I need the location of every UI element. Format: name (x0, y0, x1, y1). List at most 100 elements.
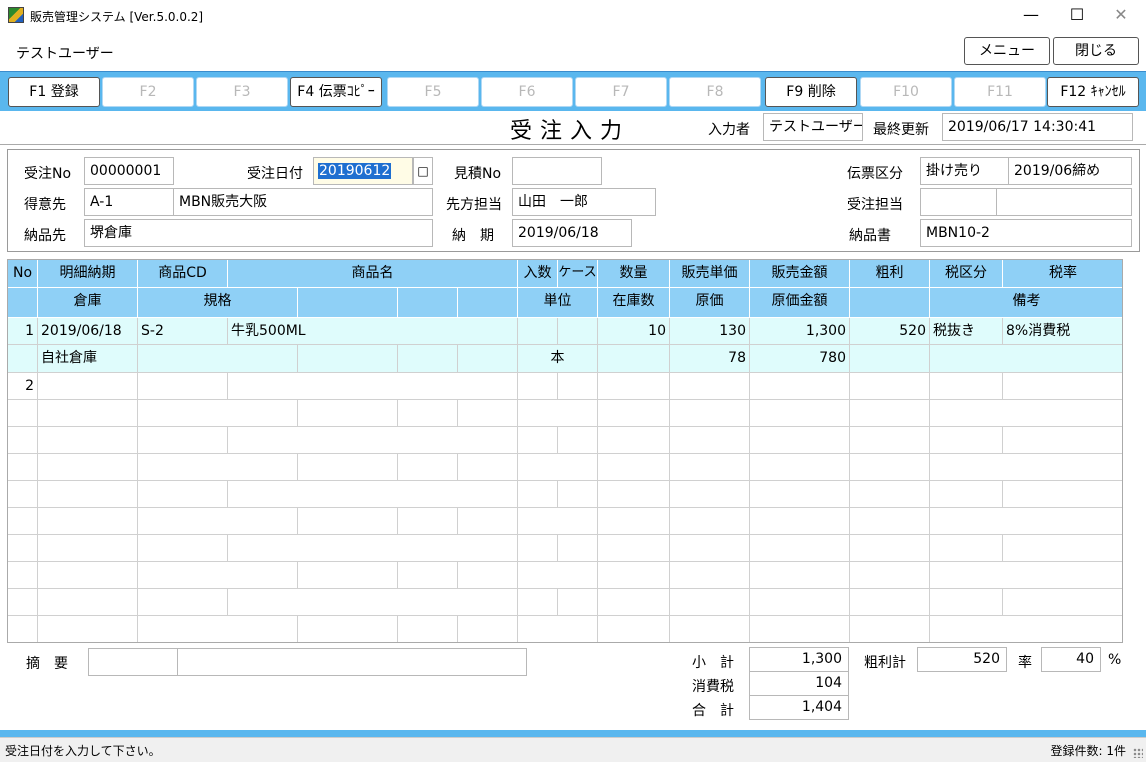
grid-empty-cell[interactable] (558, 589, 598, 616)
grid-empty-cell[interactable] (518, 562, 598, 589)
grid-empty-cell[interactable] (598, 562, 670, 589)
grid-empty-cell[interactable] (38, 535, 138, 562)
grid-empty-cell[interactable] (228, 535, 518, 562)
grid-empty-cell[interactable] (598, 589, 670, 616)
grid-empty-cell[interactable] (598, 481, 670, 508)
grid-empty-cell[interactable] (750, 535, 850, 562)
grid-empty-cell[interactable] (518, 589, 558, 616)
grid-empty-cell[interactable] (850, 481, 930, 508)
grid-empty-cell[interactable] (398, 562, 458, 589)
grid-empty-cell[interactable] (298, 454, 398, 481)
quote-no-field[interactable] (512, 157, 602, 185)
grid-empty-cell[interactable] (138, 454, 298, 481)
grid-empty-cell[interactable] (850, 400, 930, 427)
grid-empty-cell[interactable] (138, 535, 228, 562)
f9-delete-button[interactable]: F9 削除 (765, 77, 857, 107)
grid-empty-cell[interactable] (850, 562, 930, 589)
delivery-doc-field[interactable]: MBN10-2 (920, 219, 1132, 247)
grid-empty-cell[interactable] (518, 616, 598, 642)
grid-empty-cell[interactable] (8, 427, 38, 454)
grid-empty-cell[interactable] (930, 616, 1122, 642)
grid-empty-cell[interactable] (298, 508, 398, 535)
grid-empty-cell[interactable] (850, 508, 930, 535)
contact-field[interactable]: 山田 一郎 (512, 188, 656, 216)
grid-empty-cell[interactable] (138, 481, 228, 508)
row1-code[interactable]: S-2 (138, 318, 228, 345)
close-window-button[interactable]: ✕ (1098, 4, 1144, 28)
grid-empty-cell[interactable] (138, 400, 298, 427)
grid-empty-cell[interactable] (850, 535, 930, 562)
grid-empty-cell[interactable] (228, 589, 518, 616)
grid-empty-cell[interactable] (298, 400, 398, 427)
staff-code-field[interactable] (920, 188, 997, 216)
grid-empty-cell[interactable] (670, 400, 750, 427)
grid-empty-cell[interactable] (930, 454, 1122, 481)
grid-empty-cell[interactable] (930, 481, 1003, 508)
memo-text-field[interactable] (177, 648, 527, 676)
grid-empty-cell[interactable] (228, 373, 518, 400)
grid-empty-cell[interactable] (670, 508, 750, 535)
grid-empty-cell[interactable] (558, 373, 598, 400)
grid-empty-cell[interactable] (458, 400, 518, 427)
row1-irisu[interactable] (518, 318, 558, 345)
grid-empty-cell[interactable] (518, 508, 598, 535)
row1-spec[interactable] (138, 345, 298, 373)
grid-empty-cell[interactable] (518, 454, 598, 481)
grid-empty-cell[interactable] (670, 562, 750, 589)
grid-empty-cell[interactable] (38, 508, 138, 535)
grid-empty-cell[interactable] (850, 373, 930, 400)
f11-button[interactable]: F11 (954, 77, 1046, 107)
grid-empty-cell[interactable] (8, 508, 38, 535)
grid-empty-cell[interactable] (228, 481, 518, 508)
grid-empty-cell[interactable] (598, 427, 670, 454)
grid-empty-cell[interactable] (670, 427, 750, 454)
close-button[interactable]: 閉じる (1053, 37, 1139, 65)
grid-empty-cell[interactable] (930, 373, 1003, 400)
grid-empty-cell[interactable] (1003, 481, 1122, 508)
grid-empty-cell[interactable] (750, 589, 850, 616)
grid-empty-cell[interactable] (38, 616, 138, 642)
row1-due[interactable]: 2019/06/18 (38, 318, 138, 345)
grid-empty-cell[interactable] (138, 616, 298, 642)
grid-empty-cell[interactable] (138, 589, 228, 616)
grid-empty-cell[interactable] (850, 589, 930, 616)
f3-button[interactable]: F3 (196, 77, 288, 107)
f7-button[interactable]: F7 (575, 77, 667, 107)
grid-empty-cell[interactable] (670, 616, 750, 642)
f6-button[interactable]: F6 (481, 77, 573, 107)
grid-empty-cell[interactable] (38, 454, 138, 481)
grid-empty-cell[interactable] (598, 373, 670, 400)
grid-empty-cell[interactable] (38, 589, 138, 616)
grid-empty-cell[interactable] (558, 481, 598, 508)
grid-empty-cell[interactable] (930, 589, 1003, 616)
delivery-field[interactable]: 堺倉庫 (84, 219, 433, 247)
grid-empty-cell[interactable] (750, 562, 850, 589)
grid-empty-cell[interactable] (930, 508, 1122, 535)
grid-empty-cell[interactable] (750, 454, 850, 481)
grid-empty-cell[interactable] (598, 400, 670, 427)
row1-name[interactable]: 牛乳500ML (228, 318, 518, 345)
grid-empty-cell[interactable] (750, 427, 850, 454)
grid-empty-cell[interactable] (850, 616, 930, 642)
grid-scroll-area[interactable] (1123, 259, 1140, 643)
grid-empty-cell[interactable] (138, 373, 228, 400)
grid-empty-cell[interactable] (850, 427, 930, 454)
memo-code-field[interactable] (88, 648, 178, 676)
minimize-button[interactable]: — (1008, 4, 1054, 28)
grid-empty-cell[interactable] (518, 400, 598, 427)
grid-empty-cell[interactable] (1003, 589, 1122, 616)
grid-empty-cell[interactable] (38, 373, 138, 400)
grid-empty-cell[interactable] (298, 562, 398, 589)
row1-warehouse[interactable]: 自社倉庫 (38, 345, 138, 373)
grid-empty-cell[interactable] (138, 562, 298, 589)
grid-empty-cell[interactable] (398, 616, 458, 642)
grid-empty-cell[interactable] (930, 400, 1122, 427)
row1-qty[interactable]: 10 (598, 318, 670, 345)
row1-unit[interactable]: 本 (518, 345, 598, 373)
grid-empty-cell[interactable] (8, 589, 38, 616)
row1-tax-type[interactable]: 税抜き (930, 318, 1003, 345)
due-field[interactable]: 2019/06/18 (512, 219, 632, 247)
grid-empty-cell[interactable] (930, 427, 1003, 454)
order-date-field[interactable]: 20190612 (313, 157, 413, 185)
grid-empty-cell[interactable] (458, 508, 518, 535)
